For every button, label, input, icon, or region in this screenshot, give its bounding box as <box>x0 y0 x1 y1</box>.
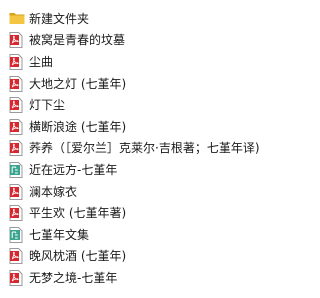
pdf-file-icon <box>9 118 23 135</box>
pdf-file-icon <box>9 53 23 70</box>
file-name: 尘曲 <box>29 54 54 69</box>
file-item[interactable]: 近在远方-七堇年 <box>0 159 296 181</box>
file-item[interactable]: 被窝是青春的坟墓 <box>0 30 296 52</box>
pdf-file-icon <box>9 205 23 222</box>
file-name: 荞养（［爱尔兰］克莱尔·吉根著；七堇年译) <box>29 141 260 156</box>
file-name: 近在远方-七堇年 <box>29 162 118 177</box>
file-item[interactable]: 晚风枕酒 (七堇年) <box>0 246 296 268</box>
file-name: 大地之灯 (七堇年) <box>29 76 127 91</box>
pdf-file-icon <box>9 140 23 157</box>
pdf-file-icon <box>9 32 23 49</box>
file-item[interactable]: 无梦之境-七堇年 <box>0 267 296 289</box>
file-item[interactable]: 七堇年文集 <box>0 224 296 246</box>
file-name: 七堇年文集 <box>29 227 90 242</box>
file-name: 无梦之境-七堇年 <box>29 270 118 285</box>
file-item[interactable]: 横断浪途 (七堇年) <box>0 116 296 138</box>
epub-file-icon <box>9 161 23 178</box>
folder-icon <box>9 11 25 27</box>
pdf-file-icon <box>9 97 23 114</box>
folder-item[interactable]: 新建文件夹 <box>0 8 296 30</box>
file-name: 被窝是青春的坟墓 <box>29 33 126 48</box>
file-item[interactable]: 荞养（［爱尔兰］克莱尔·吉根著；七堇年译) <box>0 138 296 160</box>
file-name: 晚风枕酒 (七堇年) <box>29 249 127 264</box>
file-item[interactable]: 尘曲 <box>0 51 296 73</box>
file-name: 新建文件夹 <box>29 11 90 26</box>
file-list: 新建文件夹 被窝是青春的坟墓 尘曲 大地之灯 (七堇年) 灯下尘 横断浪途 (七… <box>0 8 296 289</box>
pdf-file-icon <box>9 183 23 200</box>
pdf-file-icon <box>9 269 23 286</box>
pdf-file-icon <box>9 75 23 92</box>
file-name: 灯下尘 <box>29 98 66 113</box>
file-name: 平生欢 (七堇年著) <box>29 206 127 221</box>
file-item[interactable]: 平生欢 (七堇年著) <box>0 202 296 224</box>
epub-file-icon <box>9 226 23 243</box>
file-item[interactable]: 澜本嫁衣 <box>0 181 296 203</box>
file-item[interactable]: 灯下尘 <box>0 94 296 116</box>
file-name: 澜本嫁衣 <box>29 184 78 199</box>
file-item[interactable]: 大地之灯 (七堇年) <box>0 73 296 95</box>
file-name: 横断浪途 (七堇年) <box>29 119 127 134</box>
pdf-file-icon <box>9 248 23 265</box>
